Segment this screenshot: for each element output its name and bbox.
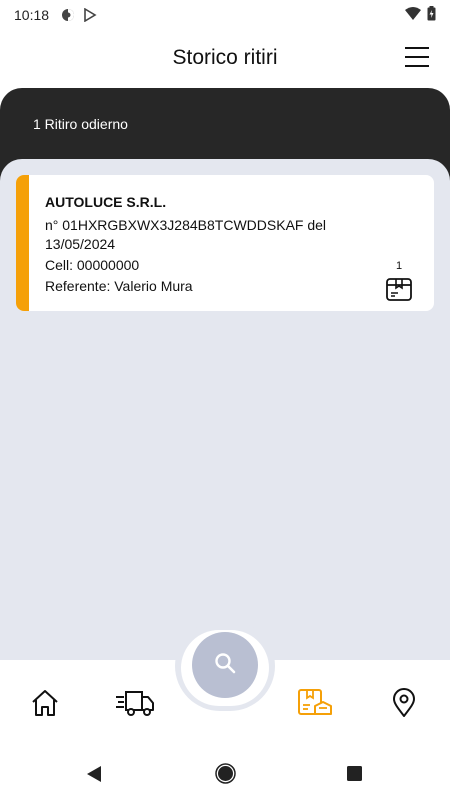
play-store-icon [83, 8, 97, 22]
pickup-count-label: 1 Ritiro odierno [33, 116, 128, 132]
battery-icon [427, 6, 436, 24]
home-icon [30, 688, 60, 723]
delivery-truck-icon [115, 688, 155, 723]
system-back-button[interactable] [86, 765, 102, 788]
nav-pickup-history[interactable] [297, 688, 333, 723]
package-box-icon [385, 278, 413, 306]
status-bar: 10:18 [0, 0, 450, 30]
home-circle-icon [215, 763, 236, 788]
system-home-button[interactable] [215, 763, 236, 789]
nav-home[interactable] [30, 688, 60, 723]
card-accent-bar [16, 175, 29, 311]
system-recents-button[interactable] [347, 766, 362, 786]
search-button[interactable] [192, 632, 258, 698]
pickup-date: 13/05/2024 [45, 236, 116, 252]
referent-name: Referente: Valerio Mura [45, 278, 193, 294]
app-bar: Storico ritiri [0, 30, 450, 86]
nav-locations[interactable] [390, 688, 418, 723]
status-time: 10:18 [14, 7, 50, 23]
location-pin-icon [390, 688, 418, 723]
company-name: AUTOLUCE S.R.L. [45, 194, 167, 210]
phone-number: Cell: 00000000 [45, 257, 140, 273]
page-title: Storico ritiri [172, 46, 278, 69]
pickup-card[interactable]: AUTOLUCE S.R.L. n° 01HXRGBXWX3J284B8TCWD… [16, 175, 434, 311]
pickup-number: n° 01HXRGBXWX3J284B8TCWDDSKAF del [45, 217, 327, 233]
search-icon [214, 652, 236, 679]
back-triangle-icon [86, 766, 102, 787]
hamburger-menu-icon[interactable] [405, 47, 429, 67]
recents-square-icon [347, 766, 362, 785]
wifi-icon [405, 6, 421, 24]
pickup-history-icon [297, 688, 333, 723]
package-count: 1 [395, 260, 403, 272]
package-counter: 1 [384, 260, 414, 307]
nav-deliveries[interactable] [115, 688, 155, 723]
vpn-icon [61, 8, 75, 22]
